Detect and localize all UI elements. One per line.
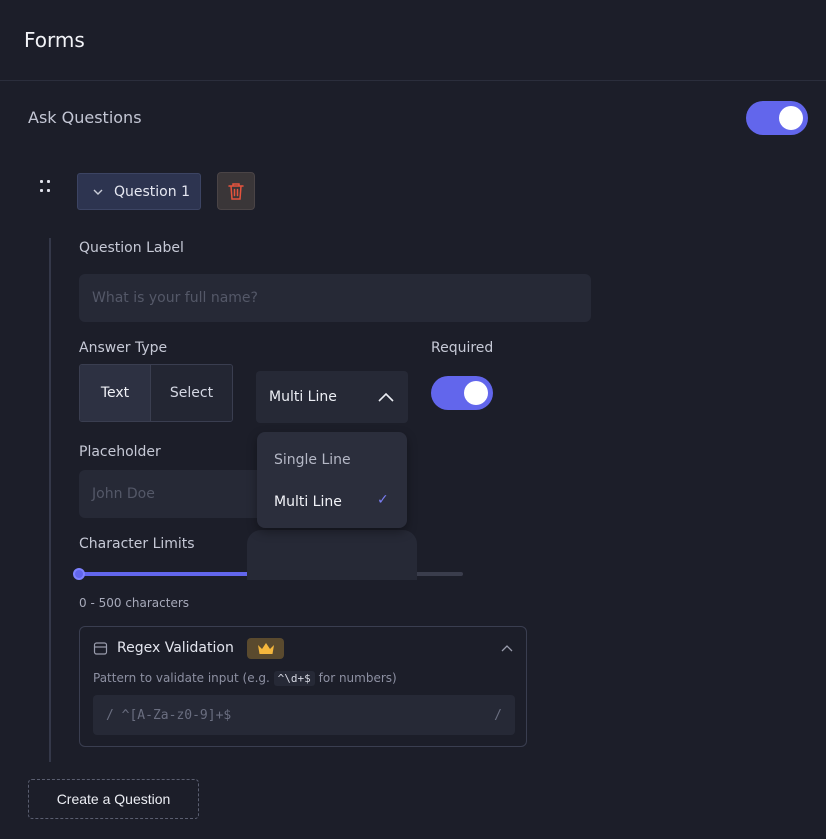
regex-delimiter-end: / [494,707,502,723]
drag-handle-icon[interactable] [40,180,52,194]
regex-hint-prefix: Pattern to validate input (e.g. [93,671,270,685]
toggle-knob [779,106,803,130]
question-label-title: Question Label [79,240,184,256]
premium-badge [247,638,284,659]
regex-pattern: / ^[A-Za-z0-9]+$ [106,708,231,723]
character-limits-title: Character Limits [79,536,195,552]
ask-questions-toggle[interactable] [746,101,808,135]
question-chip-label: Question 1 [114,183,190,200]
line-type-select[interactable]: Multi Line [256,371,408,423]
question-label-input[interactable]: What is your full name? [79,274,591,322]
header-bar: Forms [0,0,826,81]
answer-type-segmented: Text Select [79,364,233,422]
character-limits-text: 0 - 500 characters [79,596,190,610]
page-title: Forms [24,28,85,52]
regex-hint-suffix: for numbers) [318,671,397,685]
regex-hint-code: ^\d+$ [273,671,315,686]
question-collapse-button[interactable]: Question 1 [77,173,201,210]
character-limit-fill [79,572,266,576]
trash-icon [228,183,244,200]
chevron-up-icon [378,392,394,402]
crown-icon [257,643,274,654]
ask-questions-label: Ask Questions [28,108,142,127]
regex-placeholder: ^[A-Za-z0-9]+$ [121,707,232,723]
answer-type-title: Answer Type [79,340,168,356]
delete-question-button[interactable] [217,172,255,210]
create-question-button[interactable]: Create a Question [28,779,199,819]
chevron-down-icon [93,189,103,195]
min-limit-handle[interactable] [73,568,85,580]
regex-title: Regex Validation [117,640,234,656]
line-type-value: Multi Line [269,389,337,405]
answer-type-text[interactable]: Text [80,365,151,421]
chevron-up-icon[interactable] [501,644,513,652]
line-type-dropdown: Single Line Multi Line ✓ [257,432,407,528]
option-multi-line[interactable]: Multi Line [274,494,342,510]
check-icon: ✓ [377,492,389,508]
placeholder-input[interactable]: John Doe [79,470,269,518]
dropdown-shadow [247,530,417,580]
option-single-line[interactable]: Single Line [274,452,351,468]
required-toggle[interactable] [431,376,493,410]
question-group-line [49,238,51,762]
required-title: Required [431,340,494,356]
placeholder-value: John Doe [92,486,155,502]
regex-input[interactable]: / ^[A-Za-z0-9]+$ / [93,695,515,735]
placeholder-title: Placeholder [79,444,161,460]
regex-validation-panel: Regex Validation Pattern to validate inp… [79,626,527,747]
question-label-placeholder: What is your full name? [92,290,258,306]
database-icon [93,642,108,655]
toggle-knob [464,381,488,405]
regex-delimiter-start: / [106,707,114,723]
regex-hint: Pattern to validate input (e.g. ^\d+$ fo… [93,671,397,686]
answer-type-select[interactable]: Select [151,365,232,421]
